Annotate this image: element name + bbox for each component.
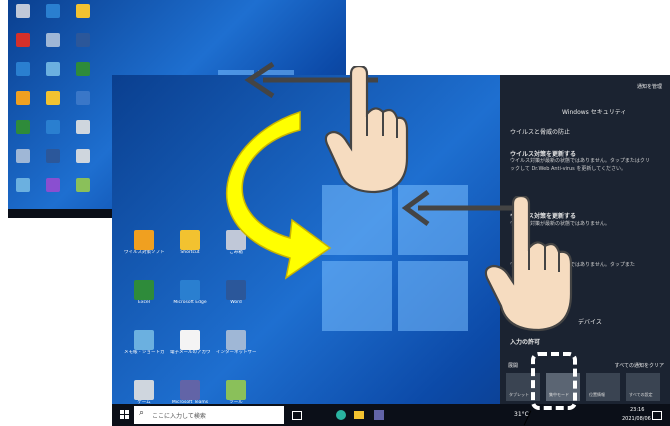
clear-all-link[interactable]: すべての通知をクリア xyxy=(615,362,664,369)
desktop-icon-image xyxy=(180,280,200,300)
desktop-icon-image xyxy=(16,33,30,47)
search-icon: ⌕ xyxy=(139,408,145,418)
desktop-icon-front-8[interactable]: インターネットサービス xyxy=(216,330,256,355)
task-view-icon[interactable] xyxy=(292,411,302,420)
manage-notifications-link[interactable]: 通知を管理 xyxy=(637,83,662,90)
desktop-icon-back-15[interactable] xyxy=(12,149,34,163)
pointing-hand-icon-bottom xyxy=(484,196,573,332)
desktop-icon-back-9[interactable] xyxy=(12,91,34,105)
curved-transition-arrow xyxy=(226,110,332,280)
desktop-icon-front-6[interactable]: メモ帳 - ショートカット xyxy=(124,330,164,355)
desktop-icon-label: 電子メールのアカウント xyxy=(170,350,210,355)
desktop-icon-image xyxy=(16,62,30,76)
desktop-icon-image xyxy=(46,4,60,18)
desktop-icon-image xyxy=(134,380,154,400)
desktop-icon-image xyxy=(134,280,154,300)
desktop-icon-label: Excel xyxy=(138,300,150,305)
desktop-icon-back-8[interactable] xyxy=(72,62,94,76)
desktop-icon-front-3[interactable]: Excel xyxy=(124,280,164,305)
desktop-icon-back-19[interactable] xyxy=(42,178,64,192)
clock-date[interactable]: 2021/08/06 xyxy=(622,416,651,422)
desktop-icon-back-14[interactable] xyxy=(72,120,94,134)
desktop-icon-back-16[interactable] xyxy=(42,149,64,163)
desktop-icon-front-4[interactable]: Microsoft Edge xyxy=(170,280,210,305)
desktop-icon-label: Word xyxy=(230,300,242,305)
desktop-icon-label: ウイルス対策ソフト xyxy=(124,250,164,255)
input-permission-title[interactable]: 入力の許可 xyxy=(510,337,540,346)
desktop-icon-image xyxy=(180,380,200,400)
desktop-icon-front-11[interactable]: ツール xyxy=(216,380,256,405)
desktop-icon-image xyxy=(76,4,90,18)
desktop-icon-image xyxy=(134,330,154,350)
desktop-icon-back-12[interactable] xyxy=(12,120,34,134)
desktop-icon-image xyxy=(76,178,90,192)
desktop-icon-front-0[interactable]: ウイルス対策ソフト xyxy=(124,230,164,255)
desktop-icon-back-3[interactable] xyxy=(12,33,34,47)
taskbar-search-box[interactable]: ⌕ ここに入力して検索 xyxy=(134,406,284,424)
desktop-icon-image xyxy=(16,91,30,105)
desktop-icon-front-9[interactable]: ゲーム xyxy=(124,380,164,405)
quick-action-location[interactable]: 位置情報 xyxy=(586,373,620,401)
desktop-icon-back-18[interactable] xyxy=(12,178,34,192)
notification-icon[interactable] xyxy=(652,411,662,420)
desktop-icon-front-7[interactable]: 電子メールのアカウント xyxy=(170,330,210,355)
desktop-icon-back-7[interactable] xyxy=(42,62,64,76)
desktop-icon-image xyxy=(46,91,60,105)
desktop-icon-image xyxy=(226,280,246,300)
desktop-icon-image xyxy=(46,149,60,163)
notification-section-title: ウイルスと脅威の防止 xyxy=(510,129,571,136)
desktop-icon-back-0[interactable] xyxy=(12,4,34,18)
desktop-icon-back-13[interactable] xyxy=(42,120,64,134)
desktop-icon-image xyxy=(226,380,246,400)
desktop-icon-image xyxy=(76,91,90,105)
desktop-icon-back-4[interactable] xyxy=(42,33,64,47)
notification-1-body[interactable]: ウイルス対策が最新の状態ではありません。タップまたはクリックして Dr.Web … xyxy=(510,157,650,173)
desktop-icon-back-2[interactable] xyxy=(72,4,94,18)
desktop-icon-image xyxy=(16,4,30,18)
desktop-icon-image xyxy=(46,178,60,192)
desktop-icon-label: インターネットサービス xyxy=(216,350,256,355)
highlight-frame xyxy=(531,352,577,410)
desktop-icon-image xyxy=(46,120,60,134)
desktop-icon-image xyxy=(76,33,90,47)
quick-action-settings[interactable]: すべての設定 xyxy=(626,373,660,401)
desktop-icon-back-10[interactable] xyxy=(42,91,64,105)
edge-icon[interactable] xyxy=(336,410,346,420)
desktop-icon-back-5[interactable] xyxy=(72,33,94,47)
desktop-icon-label: Microsoft Edge xyxy=(173,300,207,305)
desktop-icon-front-5[interactable]: Word xyxy=(216,280,256,305)
desktop-icon-back-6[interactable] xyxy=(12,62,34,76)
taskbar-search-placeholder: ここに入力して検索 xyxy=(152,413,206,420)
desktop-icon-back-1[interactable] xyxy=(42,4,64,18)
desktop-icon-back-17[interactable] xyxy=(72,149,94,163)
desktop-icon-label: メモ帳 - ショートカット xyxy=(124,350,164,355)
pointing-hand-icon-top xyxy=(324,66,409,194)
teams-icon[interactable] xyxy=(374,410,384,420)
desktop-icon-back-20[interactable] xyxy=(72,178,94,192)
desktop-icon-image xyxy=(76,62,90,76)
clock-time[interactable]: 23:16 xyxy=(630,407,644,413)
desktop-icon-image xyxy=(46,62,60,76)
desktop-icon-image xyxy=(226,330,246,350)
desktop-icon-image xyxy=(16,120,30,134)
desktop-icon-image xyxy=(46,33,60,47)
desktop-icon-image xyxy=(16,149,30,163)
desktop-icon-image xyxy=(76,120,90,134)
desktop-icon-back-11[interactable] xyxy=(72,91,94,105)
expand-link[interactable]: 展開 xyxy=(508,362,518,369)
desktop-icon-image xyxy=(76,149,90,163)
desktop-icon-image xyxy=(180,330,200,350)
desktop-icon-image xyxy=(180,230,200,250)
explorer-icon[interactable] xyxy=(354,411,364,419)
start-button[interactable] xyxy=(120,410,130,420)
desktop-icon-image xyxy=(16,178,30,192)
notification-app-title: Windows セキュリティ xyxy=(562,109,627,116)
desktop-icon-image xyxy=(134,230,154,250)
desktop-icon-front-10[interactable]: Microsoft Teams xyxy=(170,380,210,405)
taskbar-front: ⌕ ここに入力して検索 31°C 23:16 2021/08/06 xyxy=(112,404,670,426)
